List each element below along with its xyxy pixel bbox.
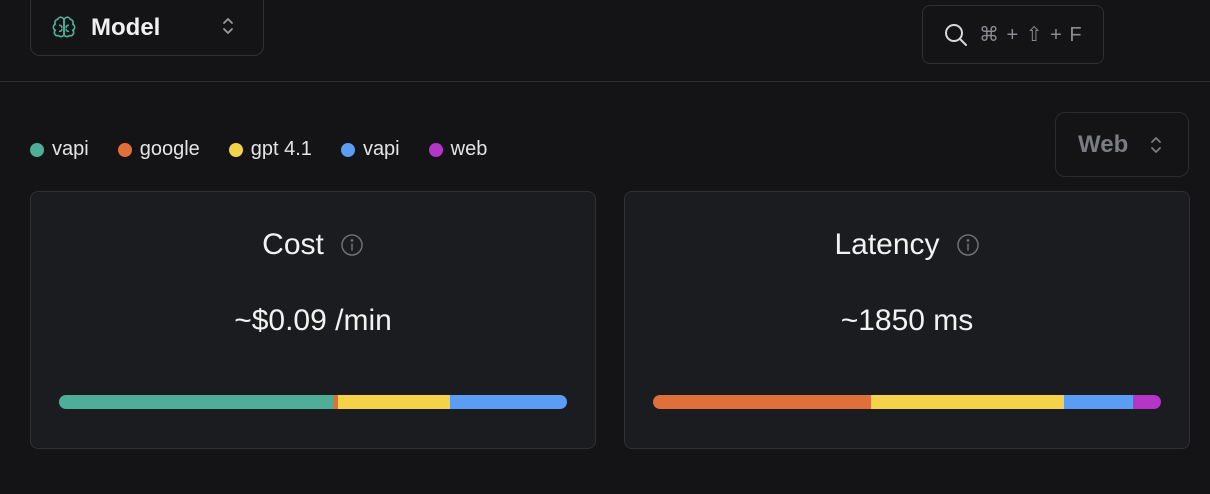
legend: vapi google gpt 4.1 vapi web — [30, 138, 516, 161]
platform-selector[interactable]: Web — [1055, 112, 1189, 177]
legend-label: vapi — [362, 138, 400, 160]
chevron-up-down-icon — [223, 18, 233, 34]
legend-dot — [117, 142, 132, 157]
legend-item: gpt 4.1 — [228, 138, 312, 161]
legend-item: google — [117, 138, 200, 161]
brain-icon — [52, 16, 76, 38]
bar-segment — [1133, 395, 1161, 409]
legend-dot — [428, 142, 443, 157]
latency-card: Latency ~1850 ms — [624, 191, 1190, 449]
platform-selector-label: Web — [1078, 130, 1129, 158]
cost-value: ~$0.09 /min — [234, 304, 392, 337]
info-icon[interactable] — [956, 233, 980, 257]
cost-breakdown-bar — [59, 395, 567, 409]
bar-segment — [59, 395, 334, 409]
search-icon — [945, 23, 967, 46]
legend-label: web — [450, 138, 488, 160]
cost-title: Cost — [262, 228, 324, 261]
info-icon[interactable] — [340, 233, 364, 257]
model-selector-label: Model — [91, 14, 161, 41]
bar-segment — [450, 395, 567, 409]
latency-title: Latency — [834, 228, 940, 261]
legend-item: vapi — [340, 138, 400, 161]
latency-breakdown-bar — [653, 395, 1161, 409]
legend-dot — [228, 142, 243, 157]
legend-label: google — [139, 138, 200, 160]
latency-value: ~1850 ms — [840, 304, 974, 337]
legend-label: gpt 4.1 — [250, 138, 312, 160]
bar-segment — [653, 395, 872, 409]
legend-item: vapi — [30, 138, 89, 161]
cost-card: Cost ~$0.09 /min — [30, 191, 596, 449]
legend-dot — [30, 142, 44, 157]
legend-item: web — [428, 138, 488, 161]
top-bar: Model ⌘ + ⇧ + F — [0, 0, 1210, 82]
model-selector[interactable]: Model — [30, 0, 264, 56]
search-button[interactable]: ⌘ + ⇧ + F — [922, 5, 1104, 64]
legend-dot — [340, 142, 355, 157]
search-shortcut: ⌘ + ⇧ + F — [979, 24, 1083, 46]
chevron-up-down-icon — [1151, 137, 1161, 153]
bar-segment — [338, 395, 451, 409]
legend-label: vapi — [52, 138, 89, 160]
bar-segment — [1064, 395, 1134, 409]
bar-segment — [871, 395, 1065, 409]
